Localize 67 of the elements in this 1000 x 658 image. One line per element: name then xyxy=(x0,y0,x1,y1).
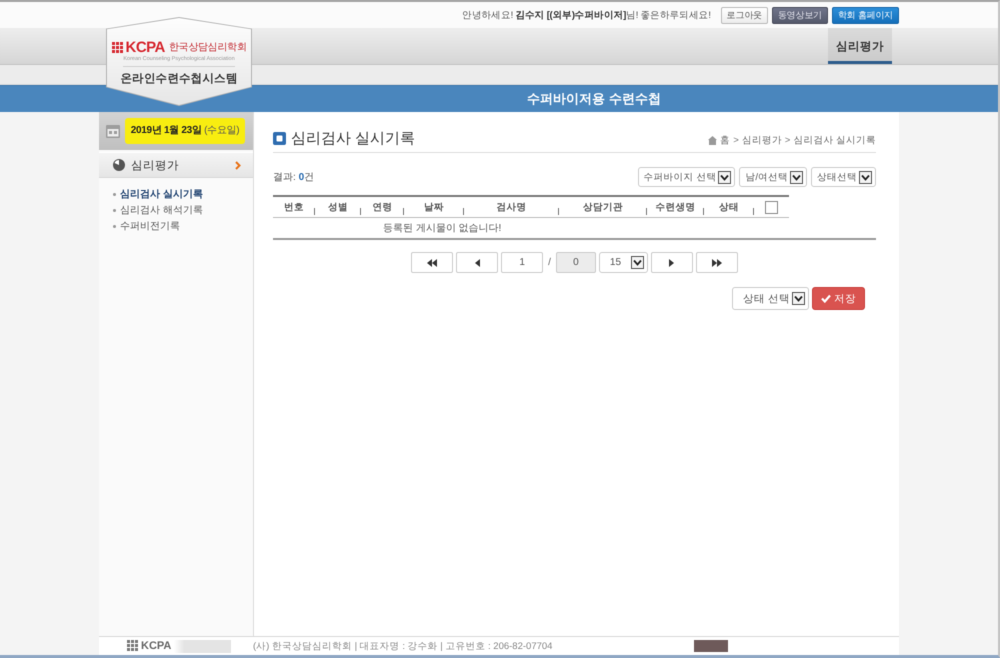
greeting-text: 안녕하세요! 김수지 [(외부)수퍼바이저]님! 좋은하루되세요! xyxy=(462,8,711,22)
column-header: 상태 xyxy=(718,200,740,214)
pie-chart-icon xyxy=(113,159,125,171)
chevron-down-icon xyxy=(859,170,872,184)
system-name: 온라인수련수첩시스템 xyxy=(120,72,238,86)
filter-select[interactable]: 남/여선택 xyxy=(739,167,807,187)
bullet-icon xyxy=(113,192,116,196)
chevron-down-icon xyxy=(790,170,803,184)
result-count: 결과: 0건 xyxy=(273,171,314,184)
select-all-checkbox[interactable] xyxy=(765,200,778,214)
sidebar-link[interactable]: 수퍼비전기록 xyxy=(113,218,180,234)
filter-select[interactable]: 수퍼바이지 선택 xyxy=(638,167,736,187)
save-button[interactable]: 저장 xyxy=(812,287,865,310)
bullet-icon xyxy=(113,224,116,228)
square-icon xyxy=(273,132,286,145)
chevron-down-icon xyxy=(718,170,732,184)
check-icon xyxy=(821,294,831,303)
menu-header-button[interactable]: 심리평가 xyxy=(99,152,253,178)
sidebar-link[interactable]: 심리검사 해석기록 xyxy=(113,202,203,218)
banner-title: 수퍼바이저용 수련수첩 xyxy=(527,90,661,108)
double-triangle-left-icon xyxy=(427,258,438,266)
calendar-icon xyxy=(106,124,120,138)
nav-tab[interactable]: 심리평가 xyxy=(828,28,892,64)
date-label: 2019년 1월 23일 (수요일) xyxy=(125,118,245,144)
first-page-button[interactable] xyxy=(411,252,454,273)
last-page-button[interactable] xyxy=(696,252,738,273)
logout-button[interactable]: 로그아웃 xyxy=(720,6,768,24)
grid-logo-icon xyxy=(127,640,139,652)
status-select[interactable]: 상태 선택 xyxy=(732,287,809,310)
bullet-icon xyxy=(113,208,116,212)
filter-select[interactable]: 상태선택 xyxy=(811,167,876,187)
column-header: 성별 xyxy=(327,200,349,214)
footer-logo-text: KCPA xyxy=(141,640,172,652)
footer-info: (사) 한국상담심리학회 | 대표자명 : 강수화 | 고유번호 : 206-82-07704 xyxy=(253,640,552,652)
breadcrumb-link[interactable]: 심리평가 xyxy=(742,134,782,147)
triangle-right-icon xyxy=(669,258,674,266)
breadcrumb-separator: > xyxy=(784,135,790,146)
column-header: 검사명 xyxy=(496,200,528,214)
column-header: 번호 xyxy=(283,200,305,214)
society-name: 한국상담심리학회 xyxy=(168,42,246,52)
chevron-right-icon xyxy=(235,160,241,170)
total-pages-field: 0 xyxy=(556,252,596,273)
breadcrumb-separator: > xyxy=(733,135,739,146)
column-header: 연령 xyxy=(372,200,394,214)
video-button[interactable]: 동영상보기 xyxy=(772,6,828,24)
home-icon xyxy=(708,136,718,145)
next-page-button[interactable] xyxy=(650,252,693,273)
grid-logo-icon xyxy=(112,42,124,54)
emblem-placeholder xyxy=(694,640,728,652)
previous-page-button[interactable] xyxy=(456,252,498,273)
empty-message: 등록된 게시물이 없습니다! xyxy=(383,222,502,235)
logo-text: KCPA xyxy=(126,40,165,55)
page-number-field[interactable]: 1 xyxy=(501,252,544,273)
chevron-down-icon xyxy=(630,256,644,269)
homepage-button[interactable]: 학회 홈페이지 xyxy=(832,6,899,24)
sidebar-link[interactable]: 심리검사 실시기록 xyxy=(113,186,203,202)
column-header: 날짜 xyxy=(423,200,445,214)
page-size-select[interactable]: 15 xyxy=(598,252,648,273)
page-title: 심리검사 실시기록 xyxy=(291,129,416,148)
chevron-down-icon xyxy=(792,292,805,305)
page-separator: / xyxy=(547,257,552,268)
triangle-left-icon xyxy=(474,258,480,266)
breadcrumb-link[interactable]: 홈 xyxy=(720,134,730,147)
breadcrumb-link[interactable]: 심리검사 실시기록 xyxy=(793,134,876,147)
double-triangle-right-icon xyxy=(712,258,722,266)
column-header: 수련생명 xyxy=(654,200,696,214)
column-header: 상담기관 xyxy=(582,200,624,214)
